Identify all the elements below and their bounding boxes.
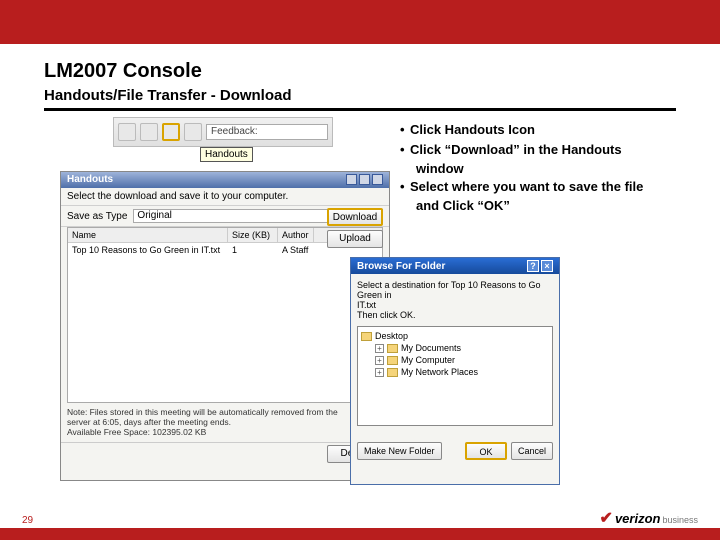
browse-footer: Make New Folder OK Cancel	[351, 438, 559, 464]
instruction-3: Select where you want to save the file	[400, 178, 700, 196]
help-icon[interactable]: ?	[527, 260, 539, 272]
handouts-prompt-row: Select the download and save it to your …	[61, 188, 389, 206]
handouts-action-col: Download Upload	[327, 208, 383, 248]
feedback-field[interactable]: Feedback:	[206, 124, 328, 140]
instruction-2-cont: window	[400, 160, 700, 178]
expand-icon[interactable]: +	[375, 368, 384, 377]
browse-body: Select a destination for Top 10 Reasons …	[351, 274, 559, 438]
desktop-icon	[361, 332, 372, 341]
footer-bar	[0, 528, 720, 540]
logo-check-icon: ✔	[600, 508, 613, 528]
expand-icon[interactable]: +	[375, 344, 384, 353]
browse-titlebar: Browse For Folder ? ×	[351, 258, 559, 274]
tree-computer[interactable]: + My Computer	[375, 354, 549, 366]
page-subtitle: Handouts/File Transfer - Download	[44, 87, 720, 104]
col-size: Size (KB)	[228, 228, 278, 242]
handouts-titlebar: Handouts	[61, 172, 389, 188]
handouts-footer: Delete	[61, 442, 389, 465]
folder-icon	[387, 344, 398, 353]
title-block: LM2007 Console Handouts/File Transfer - …	[0, 44, 720, 104]
page-title: LM2007 Console	[44, 60, 720, 83]
tree-documents[interactable]: + My Documents	[375, 342, 549, 354]
tree-desktop[interactable]: Desktop	[361, 330, 549, 342]
close-icon[interactable]: ×	[541, 260, 553, 272]
folder-tree[interactable]: Desktop + My Documents + My Computer + M…	[357, 326, 553, 426]
col-author: Author	[278, 228, 314, 242]
page-number: 29	[22, 515, 33, 526]
cancel-button[interactable]: Cancel	[511, 442, 553, 460]
browse-prompt-1: Select a destination for Top 10 Reasons …	[357, 280, 553, 300]
toolbar-button-2[interactable]	[140, 123, 158, 141]
browse-prompt-3: Then click OK.	[357, 310, 553, 320]
ok-button[interactable]: OK	[465, 442, 507, 460]
close-icon[interactable]	[372, 174, 383, 185]
instructions-list: Click Handouts Icon Click “Download” in …	[400, 121, 700, 215]
col-name: Name	[68, 228, 228, 242]
instruction-1: Click Handouts Icon	[400, 121, 700, 139]
handouts-tooltip: Handouts	[200, 147, 253, 162]
maximize-icon[interactable]	[359, 174, 370, 185]
top-banner	[0, 0, 720, 44]
new-folder-button[interactable]: Make New Folder	[357, 442, 442, 460]
network-icon	[387, 368, 398, 377]
handouts-prompt: Select the download and save it to your …	[67, 191, 288, 202]
download-button[interactable]: Download	[327, 208, 383, 226]
logo-sub: business	[662, 515, 698, 525]
feedback-label: Feedback:	[211, 126, 258, 137]
toolbar-screenshot: Feedback:	[113, 117, 333, 147]
handouts-list: Name Size (KB) Author Top 10 Reasons to …	[67, 227, 383, 403]
footer: 29 ✔ verizon business	[0, 510, 720, 540]
verizon-logo: ✔ verizon business	[600, 508, 698, 528]
tree-network[interactable]: + My Network Places	[375, 366, 549, 378]
file-size: 1	[232, 245, 282, 255]
file-author: A Staff	[282, 245, 308, 255]
content-area: Feedback: Handouts Handouts Select the d…	[0, 111, 720, 491]
toolbar-button-1[interactable]	[118, 123, 136, 141]
window-controls	[346, 174, 383, 186]
minimize-icon[interactable]	[346, 174, 357, 185]
handouts-note: Note: Files stored in this meeting will …	[61, 403, 389, 442]
browse-title-text: Browse For Folder	[357, 261, 445, 272]
browse-folder-dialog: Browse For Folder ? × Select a destinati…	[350, 257, 560, 485]
expand-icon[interactable]: +	[375, 356, 384, 365]
handouts-icon[interactable]	[162, 123, 180, 141]
file-name: Top 10 Reasons to Go Green in IT.txt	[72, 245, 232, 255]
save-as-label: Save as Type	[67, 211, 127, 222]
instruction-2: Click “Download” in the Handouts	[400, 141, 700, 159]
handouts-window: Handouts Select the download and save it…	[60, 171, 390, 481]
browse-prompt-2: IT.txt	[357, 300, 553, 310]
toolbar-button-4[interactable]	[184, 123, 202, 141]
upload-button[interactable]: Upload	[327, 230, 383, 248]
logo-brand: verizon	[615, 511, 661, 526]
computer-icon	[387, 356, 398, 365]
handouts-title-text: Handouts	[67, 174, 113, 186]
instruction-3-cont: and Click “OK”	[400, 197, 700, 215]
